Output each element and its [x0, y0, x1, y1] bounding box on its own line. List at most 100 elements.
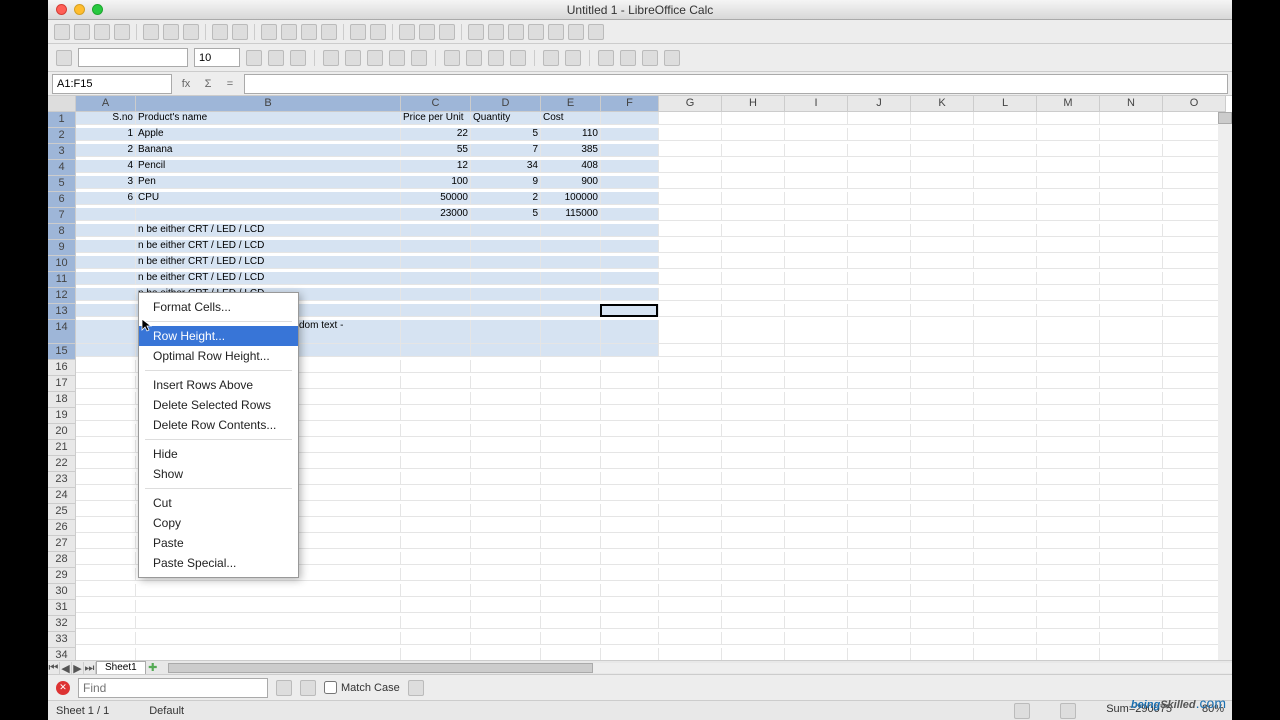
- cell[interactable]: [601, 488, 659, 501]
- cell[interactable]: [1163, 344, 1226, 357]
- cell[interactable]: [541, 600, 601, 613]
- tab-prev-icon[interactable]: ◀: [60, 662, 72, 674]
- cell[interactable]: [848, 472, 911, 485]
- cell[interactable]: [471, 472, 541, 485]
- pdf-icon[interactable]: [143, 24, 159, 40]
- cell[interactable]: [471, 552, 541, 565]
- cell[interactable]: [785, 288, 848, 301]
- cell[interactable]: [471, 520, 541, 533]
- cell[interactable]: [785, 488, 848, 501]
- menu-hide[interactable]: Hide: [139, 444, 298, 464]
- function-icon[interactable]: =: [222, 76, 238, 92]
- cell[interactable]: [974, 344, 1037, 357]
- cell[interactable]: n be either CRT / LED / LCD: [136, 256, 401, 269]
- cell[interactable]: Pencil: [136, 160, 401, 173]
- cell[interactable]: [722, 616, 785, 629]
- cell[interactable]: 1: [76, 128, 136, 141]
- column-header[interactable]: B: [136, 96, 401, 112]
- cell[interactable]: [974, 536, 1037, 549]
- row-header[interactable]: 34: [48, 648, 76, 660]
- function-wizard-icon[interactable]: fx: [178, 76, 194, 92]
- cell[interactable]: [1100, 472, 1163, 485]
- close-findbar-icon[interactable]: ✕: [56, 681, 70, 695]
- cell[interactable]: [974, 144, 1037, 157]
- copy-icon[interactable]: [281, 24, 297, 40]
- cell[interactable]: [471, 536, 541, 549]
- format-paint-icon[interactable]: [321, 24, 337, 40]
- cell[interactable]: [1163, 160, 1226, 173]
- sort-asc-icon[interactable]: [399, 24, 415, 40]
- cell[interactable]: [76, 392, 136, 405]
- cell[interactable]: [974, 256, 1037, 269]
- cell[interactable]: [1163, 288, 1226, 301]
- cell[interactable]: [1037, 648, 1100, 660]
- font-name-combo[interactable]: [78, 48, 188, 67]
- cell[interactable]: [911, 520, 974, 533]
- cell[interactable]: [974, 224, 1037, 237]
- cell[interactable]: [601, 376, 659, 389]
- status-insert-mode-icon[interactable]: [1014, 703, 1030, 719]
- cell[interactable]: [659, 112, 722, 125]
- cell[interactable]: [1037, 112, 1100, 125]
- cell[interactable]: [785, 408, 848, 421]
- cell[interactable]: [1037, 192, 1100, 205]
- cell[interactable]: [974, 456, 1037, 469]
- cell[interactable]: [785, 456, 848, 469]
- cell[interactable]: [659, 440, 722, 453]
- cell[interactable]: [76, 456, 136, 469]
- cell[interactable]: [1163, 320, 1226, 344]
- cell[interactable]: [722, 424, 785, 437]
- cell[interactable]: [1100, 536, 1163, 549]
- cell[interactable]: [722, 192, 785, 205]
- cell[interactable]: [848, 224, 911, 237]
- cell[interactable]: [785, 176, 848, 189]
- cell[interactable]: [1100, 176, 1163, 189]
- column-header[interactable]: E: [541, 96, 601, 112]
- cell[interactable]: [722, 144, 785, 157]
- cell[interactable]: [1163, 440, 1226, 453]
- cell[interactable]: [722, 288, 785, 301]
- cell[interactable]: [974, 128, 1037, 141]
- cell[interactable]: [541, 408, 601, 421]
- cell[interactable]: [722, 344, 785, 357]
- cell[interactable]: [401, 584, 471, 597]
- cell[interactable]: [471, 304, 541, 317]
- cell[interactable]: [659, 536, 722, 549]
- cell[interactable]: [1100, 616, 1163, 629]
- menu-paste-special[interactable]: Paste Special...: [139, 553, 298, 573]
- cell[interactable]: [401, 256, 471, 269]
- cell[interactable]: [76, 616, 136, 629]
- cell[interactable]: [601, 456, 659, 469]
- cell[interactable]: [1163, 632, 1226, 645]
- row-header[interactable]: 17: [48, 376, 76, 392]
- italic-icon[interactable]: [268, 50, 284, 66]
- more-icon[interactable]: [664, 50, 680, 66]
- currency-icon[interactable]: [444, 50, 460, 66]
- column-header[interactable]: L: [974, 96, 1037, 112]
- cell[interactable]: [401, 488, 471, 501]
- cell[interactable]: [541, 456, 601, 469]
- cell[interactable]: [1037, 240, 1100, 253]
- menu-delete-row-contents[interactable]: Delete Row Contents...: [139, 415, 298, 435]
- paste-icon[interactable]: [301, 24, 317, 40]
- cell[interactable]: [1100, 440, 1163, 453]
- cell[interactable]: Banana: [136, 144, 401, 157]
- row-header[interactable]: 15: [48, 344, 76, 360]
- cell[interactable]: [601, 552, 659, 565]
- cell[interactable]: [785, 144, 848, 157]
- cell[interactable]: [601, 304, 659, 317]
- bold-icon[interactable]: [246, 50, 262, 66]
- cell[interactable]: [1163, 648, 1226, 660]
- cell[interactable]: [848, 488, 911, 501]
- cell[interactable]: [471, 224, 541, 237]
- cell[interactable]: [541, 304, 601, 317]
- row-header[interactable]: 25: [48, 504, 76, 520]
- cell[interactable]: [785, 160, 848, 173]
- cell[interactable]: [1163, 304, 1226, 317]
- cell[interactable]: [136, 632, 401, 645]
- navigator-icon[interactable]: [528, 24, 544, 40]
- hyperlink-icon[interactable]: [488, 24, 504, 40]
- cell[interactable]: [76, 552, 136, 565]
- cell[interactable]: [401, 536, 471, 549]
- cell[interactable]: [785, 224, 848, 237]
